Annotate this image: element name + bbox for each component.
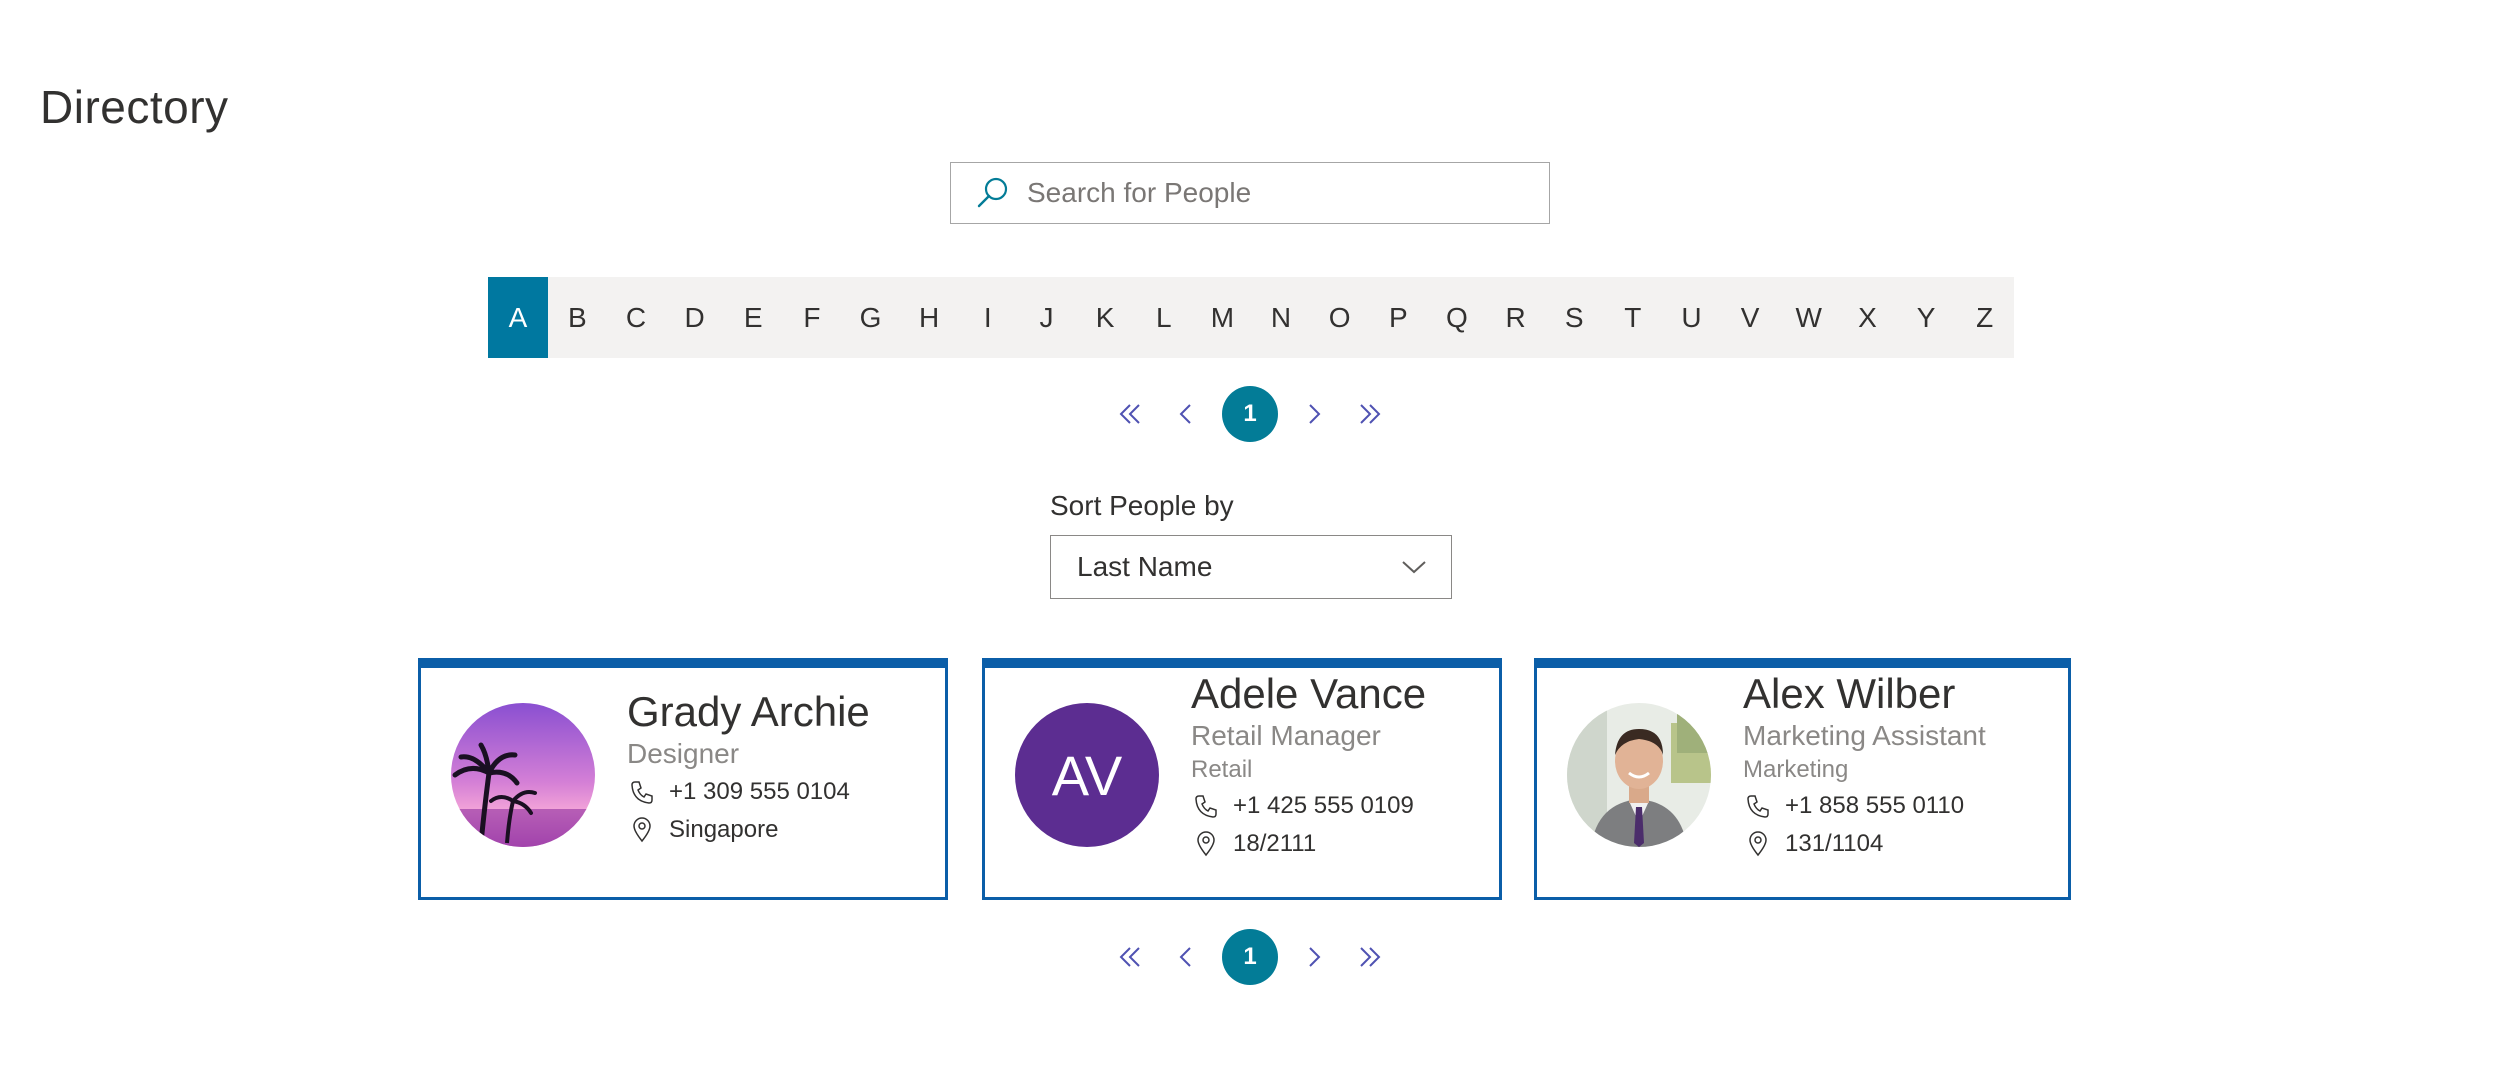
letter-q[interactable]: Q (1428, 277, 1487, 358)
phone-icon (1743, 791, 1773, 821)
letter-a[interactable]: A (488, 277, 548, 358)
person-location: Singapore (627, 812, 870, 848)
letter-f[interactable]: F (783, 277, 842, 358)
letter-m[interactable]: M (1193, 277, 1252, 358)
current-page-button[interactable]: 1 (1222, 386, 1278, 442)
person-card[interactable]: AV Adele Vance Retail Manager Retail +1 … (982, 658, 1502, 900)
letter-v[interactable]: V (1721, 277, 1780, 358)
letter-l[interactable]: L (1134, 277, 1193, 358)
letter-o[interactable]: O (1310, 277, 1369, 358)
first-page-icon[interactable] (1110, 394, 1150, 434)
search-icon (973, 173, 1013, 213)
pager-bottom: 1 (1110, 929, 1390, 985)
letter-z[interactable]: Z (1955, 277, 2014, 358)
search-box[interactable] (950, 162, 1550, 224)
pager-top: 1 (1110, 386, 1390, 442)
search-input[interactable] (1025, 176, 1549, 210)
first-page-icon[interactable] (1110, 937, 1150, 977)
sort-dropdown[interactable]: Last Name (1050, 535, 1452, 599)
letter-s[interactable]: S (1545, 277, 1604, 358)
person-phone: +1 425 555 0109 (1191, 788, 1426, 824)
letter-u[interactable]: U (1662, 277, 1721, 358)
person-job-title: Retail Manager (1191, 720, 1381, 751)
location-pin-icon (1191, 829, 1221, 859)
letter-t[interactable]: T (1604, 277, 1663, 358)
phone-number: +1 309 555 0104 (669, 778, 850, 805)
person-location: 131/1104 (1743, 826, 1986, 862)
person-phone: +1 309 555 0104 (627, 774, 870, 810)
avatar-initials: AV (1015, 703, 1159, 847)
person-department: Marketing (1743, 756, 1849, 783)
chevron-down-icon (1401, 551, 1427, 583)
location-pin-icon (1743, 829, 1773, 859)
person-name: Grady Archie (627, 688, 870, 735)
letter-p[interactable]: P (1369, 277, 1428, 358)
location-text: 18/2111 (1233, 830, 1317, 857)
letter-d[interactable]: D (665, 277, 724, 358)
letter-h[interactable]: H (900, 277, 959, 358)
letter-j[interactable]: J (1017, 277, 1076, 358)
letter-k[interactable]: K (1076, 277, 1135, 358)
letter-r[interactable]: R (1486, 277, 1545, 358)
sort-label: Sort People by (1050, 490, 1234, 521)
next-page-icon[interactable] (1294, 937, 1334, 977)
letter-y[interactable]: Y (1897, 277, 1956, 358)
letter-x[interactable]: X (1838, 277, 1897, 358)
letter-w[interactable]: W (1779, 277, 1838, 358)
person-phone: +1 858 555 0110 (1743, 788, 1986, 824)
avatar (451, 703, 595, 847)
letter-c[interactable]: C (607, 277, 666, 358)
letter-b[interactable]: B (548, 277, 607, 358)
next-page-icon[interactable] (1294, 394, 1334, 434)
previous-page-icon[interactable] (1166, 394, 1206, 434)
photo-sunset-palm-icon (451, 703, 595, 847)
avatar: AV (1015, 703, 1159, 847)
current-page-button[interactable]: 1 (1222, 929, 1278, 985)
person-location: 18/2111 (1191, 826, 1426, 862)
phone-icon (1191, 791, 1221, 821)
location-text: Singapore (669, 816, 779, 843)
person-card[interactable]: Alex Wilber Marketing Assistant Marketin… (1534, 658, 2071, 900)
person-name: Adele Vance (1191, 670, 1427, 717)
letter-e[interactable]: E (724, 277, 783, 358)
sort-selected-value: Last Name (1077, 551, 1213, 582)
page-title: Directory (40, 81, 229, 133)
letter-n[interactable]: N (1252, 277, 1311, 358)
location-text: 131/1104 (1785, 830, 1884, 857)
previous-page-icon[interactable] (1166, 937, 1206, 977)
last-page-icon[interactable] (1350, 937, 1390, 977)
photo-man-portrait-icon (1567, 703, 1711, 847)
person-name: Alex Wilber (1743, 670, 1956, 717)
avatar (1567, 703, 1711, 847)
phone-number: +1 858 555 0110 (1785, 792, 1965, 819)
person-job-title: Marketing Assistant (1743, 720, 1986, 751)
person-card[interactable]: Grady Archie Designer +1 309 555 0104 Si… (418, 658, 948, 900)
location-pin-icon (627, 815, 657, 845)
letter-i[interactable]: I (958, 277, 1017, 358)
phone-icon (627, 777, 657, 807)
person-department: Retail (1191, 756, 1253, 783)
person-job-title: Designer (627, 738, 740, 769)
alphabet-filter-bar: A B C D E F G H I J K L M N O P Q R S T … (488, 277, 2014, 358)
last-page-icon[interactable] (1350, 394, 1390, 434)
letter-g[interactable]: G (841, 277, 900, 358)
phone-number: +1 425 555 0109 (1233, 792, 1414, 819)
